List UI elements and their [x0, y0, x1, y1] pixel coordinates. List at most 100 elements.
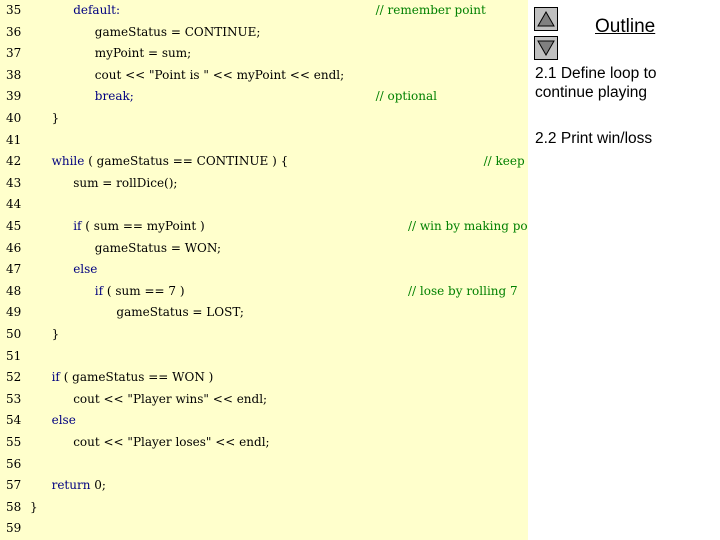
code-segment: ( gameStatus == WON ) [59, 370, 214, 385]
code-text: gameStatus = LOST; [116, 302, 244, 322]
code-line: 49 gameStatus = LOST; [0, 302, 528, 322]
code-segment: ( gameStatus == CONTINUE ) { [84, 154, 289, 169]
code-keyword: default: [73, 3, 120, 17]
code-keyword: while [51, 154, 85, 169]
code-segment: sum = rollDice(); [73, 175, 178, 190]
code-keyword: if [51, 370, 60, 385]
line-number: 56 [6, 456, 22, 471]
code-text: else [73, 259, 97, 279]
code-segment: myPoint = sum; [94, 46, 192, 61]
code-segment: } [51, 327, 60, 341]
code-line: 53 cout << "Player wins" << endl; [0, 389, 528, 409]
code-text: gameStatus = WON; [95, 238, 221, 258]
code-line: 38 cout << "Point is " << myPoint << endl… [0, 65, 528, 85]
code-segment: 0; [90, 478, 106, 493]
code-segment: cout << "Player wins" << endl; [73, 391, 268, 406]
code-line: 36 gameStatus = CONTINUE; [0, 22, 528, 42]
code-line: 55 cout << "Player loses" << endl; [0, 432, 528, 452]
line-number: 57 [6, 478, 22, 493]
code-segment: gameStatus = WON; [94, 240, 221, 255]
code-text: } [52, 108, 60, 128]
outline-link[interactable]: Outline [595, 16, 655, 38]
code-line: 45 if ( sum == myPoint ) // win by making … [0, 216, 544, 236]
code-text: cout << "Point is " << myPoint << endl; [95, 65, 344, 85]
line-number: 54 [6, 413, 22, 428]
code-segment: ( sum == myPoint ) [81, 219, 205, 233]
code-line: 39 break; // optional [0, 86, 528, 106]
line-number: 41 [6, 132, 22, 147]
code-listing: 35 default: // remember point 36 gameStatus … [0, 0, 568, 540]
code-segment: gameStatus = CONTINUE; [94, 24, 261, 39]
code-line: 46 gameStatus = WON; [0, 238, 528, 258]
line-number: 40 [6, 111, 22, 125]
line-number: 38 [6, 67, 22, 82]
code-line: 41 [0, 130, 528, 150]
line-number: 53 [6, 391, 22, 406]
line-number: 46 [6, 240, 22, 255]
line-number: 44 [6, 197, 22, 212]
code-line: 50} [0, 324, 528, 344]
code-comment: // optional [375, 89, 438, 104]
code-segment: cout << "Player loses" << endl; [73, 435, 270, 449]
code-line: 52 if ( gameStatus == WON ) [0, 367, 528, 387]
code-line: 48 if ( sum == 7 ) // lose by rolling 7 [0, 281, 528, 301]
code-text: cout << "Player wins" << endl; [73, 389, 267, 409]
code-line: 44 [0, 194, 528, 214]
code-comment: // lose by rolling 7 [408, 283, 518, 298]
code-text: sum = rollDice(); [73, 173, 177, 193]
code-text: myPoint = sum; [95, 43, 191, 63]
line-number: 49 [6, 305, 22, 320]
line-number: 51 [6, 348, 22, 363]
code-text: break; [95, 86, 134, 106]
code-line: 56 [0, 454, 528, 474]
code-segment: ( sum == 7 ) [103, 283, 185, 298]
code-text: while ( gameStatus == CONTINUE ) { [52, 151, 289, 171]
line-number: 43 [6, 175, 22, 190]
line-number: 59 [6, 521, 22, 536]
code-comment: // win by making point [408, 219, 544, 233]
code-keyword: else [51, 413, 76, 428]
code-segment: cout << "Point is " << myPoint << endl; [94, 67, 345, 82]
line-number: 39 [6, 89, 22, 104]
line-number: 50 [6, 327, 22, 341]
code-text: else [52, 410, 76, 430]
code-line: 54 else [0, 410, 528, 430]
code-segment: } [51, 111, 60, 125]
line-number: 48 [6, 283, 22, 298]
code-line: 42 while ( gameStatus == CONTINUE ) {// k… [0, 151, 568, 171]
code-text: gameStatus = CONTINUE; [95, 22, 261, 42]
code-line: 51 [0, 346, 528, 366]
code-text: if ( sum == myPoint ) [73, 216, 204, 236]
line-number: 58 [6, 499, 22, 514]
line-number: 36 [6, 24, 22, 39]
code-text: cout << "Player loses" << endl; [73, 432, 269, 452]
next-slide-button[interactable] [534, 36, 558, 60]
previous-slide-button[interactable] [534, 7, 558, 31]
code-line: 57 return 0; [0, 475, 528, 495]
outline-item-2-2: 2.2 Print win/loss [535, 130, 653, 147]
line-number: 45 [6, 219, 22, 233]
triangle-down-icon [537, 40, 555, 56]
line-number: 37 [6, 46, 22, 61]
code-segment: } [30, 499, 38, 514]
code-line: 40} [0, 108, 528, 128]
code-line: 37 myPoint = sum; [0, 43, 528, 63]
code-text: if ( gameStatus == WON ) [52, 367, 214, 387]
code-line: 47 else [0, 259, 528, 279]
code-line: 58} [0, 497, 528, 517]
line-number: 52 [6, 370, 22, 385]
code-line: 35 default: // remember point [0, 0, 528, 20]
code-keyword: else [73, 262, 98, 277]
code-text: } [52, 324, 60, 344]
code-text: } [30, 497, 38, 517]
code-keyword: return [51, 478, 91, 493]
code-comment: // remember point [375, 3, 486, 17]
code-segment: gameStatus = LOST; [116, 305, 244, 320]
code-keyword: if [94, 283, 104, 298]
code-line: 43 sum = rollDice(); [0, 173, 528, 193]
code-text: default: [73, 0, 120, 20]
code-text: if ( sum == 7 ) [95, 281, 185, 301]
triangle-up-icon [537, 11, 555, 27]
line-number: 42 [6, 154, 22, 169]
line-number: 47 [6, 262, 22, 277]
